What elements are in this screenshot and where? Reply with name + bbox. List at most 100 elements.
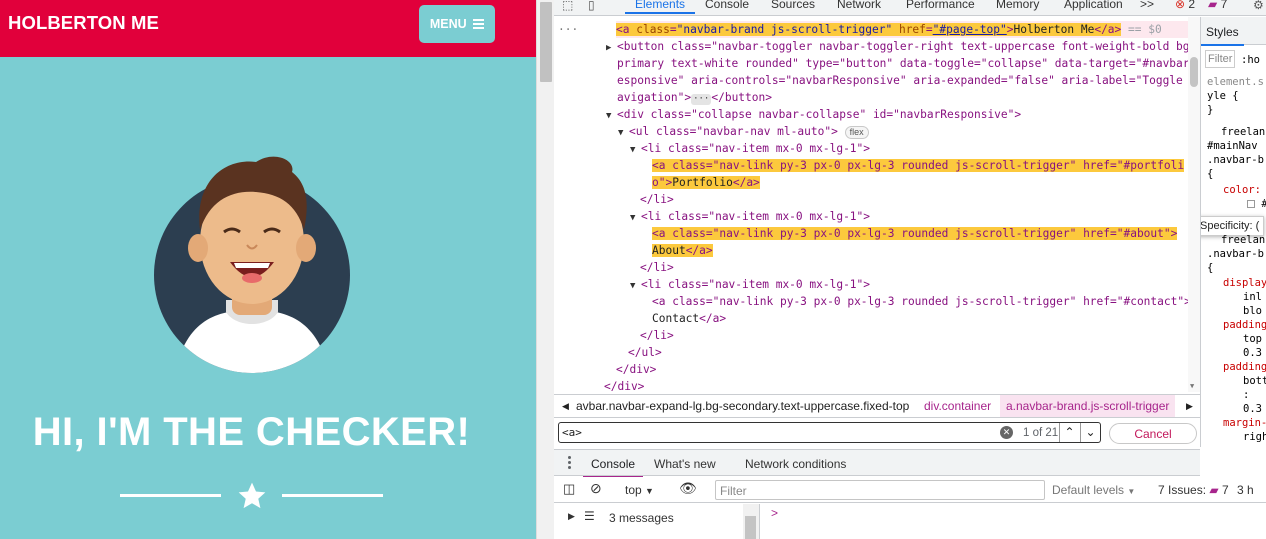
collapse-triangle-icon[interactable]: ▼ xyxy=(630,210,641,227)
collapse-triangle-icon[interactable]: ▼ xyxy=(618,125,629,142)
page-scrollbar-thumb[interactable] xyxy=(540,2,552,82)
navbar-brand[interactable]: HOLBERTON ME xyxy=(8,12,159,34)
search-prev-icon[interactable]: ⌃ xyxy=(1059,423,1079,442)
divider-line-right xyxy=(282,494,383,497)
expand-triangle-icon[interactable]: ▶ xyxy=(568,511,575,522)
dom-li-close: </li> xyxy=(640,193,674,206)
device-toolbar-icon[interactable]: ▯ xyxy=(588,0,595,12)
dom-row-selected-anchor[interactable]: <a class="navbar-brand js-scroll-trigger… xyxy=(616,21,1188,38)
breadcrumb-left-arrow-icon[interactable]: ◀ xyxy=(562,401,569,412)
style-prop[interactable]: padding xyxy=(1223,318,1266,332)
tab-application[interactable]: Application xyxy=(1064,0,1123,11)
dom-div-close: </div> xyxy=(616,363,657,376)
style-rule-text: freelan xyxy=(1221,234,1266,246)
sidebar-toggle-icon[interactable]: ◫ xyxy=(563,481,575,497)
dom-li-3: <li class="nav-item mx-0 mx-lg-1"> xyxy=(641,278,871,291)
drawer-tab-network-conditions[interactable]: Network conditions xyxy=(745,457,846,471)
drawer-tab-whats-new[interactable]: What's new xyxy=(654,457,716,471)
search-result-count: 1 of 21 xyxy=(1023,427,1059,439)
breadcrumb-item[interactable]: div.container xyxy=(924,399,991,413)
console-filter-input[interactable]: Filter xyxy=(720,484,747,498)
messages-count[interactable]: 3 messages xyxy=(609,511,674,525)
collapse-triangle-icon[interactable]: ▼ xyxy=(606,108,617,125)
collapse-triangle-icon[interactable]: ▼ xyxy=(630,142,641,159)
breadcrumb-right-arrow-icon[interactable]: ▶ xyxy=(1186,401,1193,412)
breadcrumb-item[interactable]: avbar.navbar-expand-lg.bg-secondary.text… xyxy=(576,399,909,413)
menu-button[interactable]: MENU xyxy=(419,5,495,43)
dom-text-contact: Contact xyxy=(652,312,700,325)
error-count: 2 xyxy=(1188,0,1196,11)
dom-a-close: </a> xyxy=(699,312,727,325)
style-prop[interactable]: padding xyxy=(1223,360,1266,374)
settings-gear-icon[interactable]: ⚙ xyxy=(1253,0,1264,12)
tab-styles[interactable]: Styles xyxy=(1201,25,1244,46)
tab-network[interactable]: Network xyxy=(837,0,881,11)
tab-elements[interactable]: Elements xyxy=(624,0,696,14)
context-selector[interactable]: top ▼ xyxy=(625,483,654,497)
console-prompt[interactable]: > xyxy=(771,506,778,520)
elements-scrollbar[interactable]: ▼ xyxy=(1188,17,1200,392)
style-value: bott xyxy=(1243,375,1266,387)
style-prop[interactable]: color: xyxy=(1223,183,1261,197)
dom-search-input[interactable]: <a> xyxy=(562,426,582,439)
style-prop[interactable]: margin- xyxy=(1223,416,1266,430)
dom-row-li-close: </li> xyxy=(640,259,674,276)
dom-li-2: <li class="nav-item mx-0 mx-lg-1"> xyxy=(641,210,871,223)
issues-counter[interactable]: 7 Issues: ▰ 7 xyxy=(1158,483,1229,497)
dom-search-field[interactable]: <a> ✕ 1 of 21 ⌃ ⌄ xyxy=(558,422,1101,443)
style-rule-text: .navbar-b xyxy=(1207,154,1264,166)
drawer-menu-icon[interactable] xyxy=(568,456,571,471)
list-icon: ☰ xyxy=(584,509,595,523)
dom-row-div-close-2: </div> xyxy=(604,378,644,395)
expand-triangle-icon[interactable]: ▶ xyxy=(606,40,617,57)
navbar: HOLBERTON ME MENU xyxy=(0,0,536,57)
tab-performance[interactable]: Performance xyxy=(906,0,975,11)
error-count-badge[interactable]: ⊗ 2 xyxy=(1175,0,1195,11)
style-rule-text: #mainNav xyxy=(1207,140,1258,152)
page-scrollbar[interactable] xyxy=(536,0,554,539)
styles-tabbar: Styles xyxy=(1201,17,1266,46)
elements-scrollbar-thumb[interactable] xyxy=(1190,57,1198,87)
dom-selected-suffix: == $0 xyxy=(1128,23,1162,36)
dropdown-arrow-icon: ▼ xyxy=(1127,487,1136,496)
breadcrumb-item-selected[interactable]: a.navbar-brand.js-scroll-trigger xyxy=(1000,395,1176,417)
tab-sources[interactable]: Sources xyxy=(771,0,815,11)
issue-count-badge[interactable]: ▰ 7 xyxy=(1208,0,1227,11)
drawer-tab-console[interactable]: Console xyxy=(582,457,644,478)
style-value: # xyxy=(1261,198,1266,210)
style-prop[interactable]: display xyxy=(1223,276,1266,290)
style-value: righ xyxy=(1243,431,1266,443)
dom-a-portfolio-line1: <a class="nav-link py-3 px-0 px-lg-3 rou… xyxy=(652,159,1185,172)
clear-search-icon[interactable]: ✕ xyxy=(1000,426,1013,439)
console-sidebar-scrollbar[interactable] xyxy=(743,504,759,539)
tab-console[interactable]: Console xyxy=(705,0,749,11)
log-levels-dropdown[interactable]: Default levels ▼ xyxy=(1052,483,1135,497)
more-tabs-icon[interactable]: >> xyxy=(1140,0,1154,11)
dom-row-a-portfolio[interactable]: <a class="nav-link py-3 px-0 px-lg-3 rou… xyxy=(652,157,1185,174)
search-next-icon[interactable]: ⌄ xyxy=(1080,423,1100,442)
log-levels-label: Default levels xyxy=(1052,483,1125,497)
console-sidebar: ▶ ☰ 3 messages xyxy=(554,504,760,539)
ellipsis-icon[interactable]: ··· xyxy=(691,94,712,105)
clear-console-icon[interactable]: ⊘ xyxy=(590,480,602,497)
elements-dom-tree[interactable]: ··· <a class="navbar-brand js-scroll-tri… xyxy=(554,17,1196,395)
dom-row-button-2: primary text-white rounded" type="button… xyxy=(617,55,1196,72)
styles-filter-input[interactable]: Filter xyxy=(1205,50,1235,68)
style-rule-text: yle { xyxy=(1207,90,1239,102)
dom-row-a-contact[interactable]: <a class="nav-link py-3 px-0 px-lg-3 rou… xyxy=(652,293,1191,310)
hover-toggle[interactable]: :ho xyxy=(1241,53,1260,67)
dom-row-li-close: </li> xyxy=(640,327,674,344)
console-filter-field[interactable]: Filter xyxy=(715,480,1045,500)
scroll-down-icon[interactable]: ▼ xyxy=(1190,382,1194,390)
collapse-triangle-icon[interactable]: ▼ xyxy=(630,278,641,295)
eye-icon[interactable]: 👁 xyxy=(679,480,697,497)
style-value: blo xyxy=(1243,305,1262,317)
color-swatch[interactable]: # xyxy=(1247,197,1266,211)
dom-row-a-about[interactable]: <a class="nav-link py-3 px-0 px-lg-3 rou… xyxy=(652,225,1178,242)
dom-a-portfolio-tail: o"> xyxy=(652,176,673,189)
inspect-icon[interactable]: ⬚ xyxy=(562,0,573,12)
dom-button-line4: avigation"> xyxy=(617,91,692,104)
flex-badge[interactable]: flex xyxy=(844,126,869,139)
search-cancel-button[interactable]: Cancel xyxy=(1109,423,1197,444)
tab-memory[interactable]: Memory xyxy=(996,0,1039,11)
